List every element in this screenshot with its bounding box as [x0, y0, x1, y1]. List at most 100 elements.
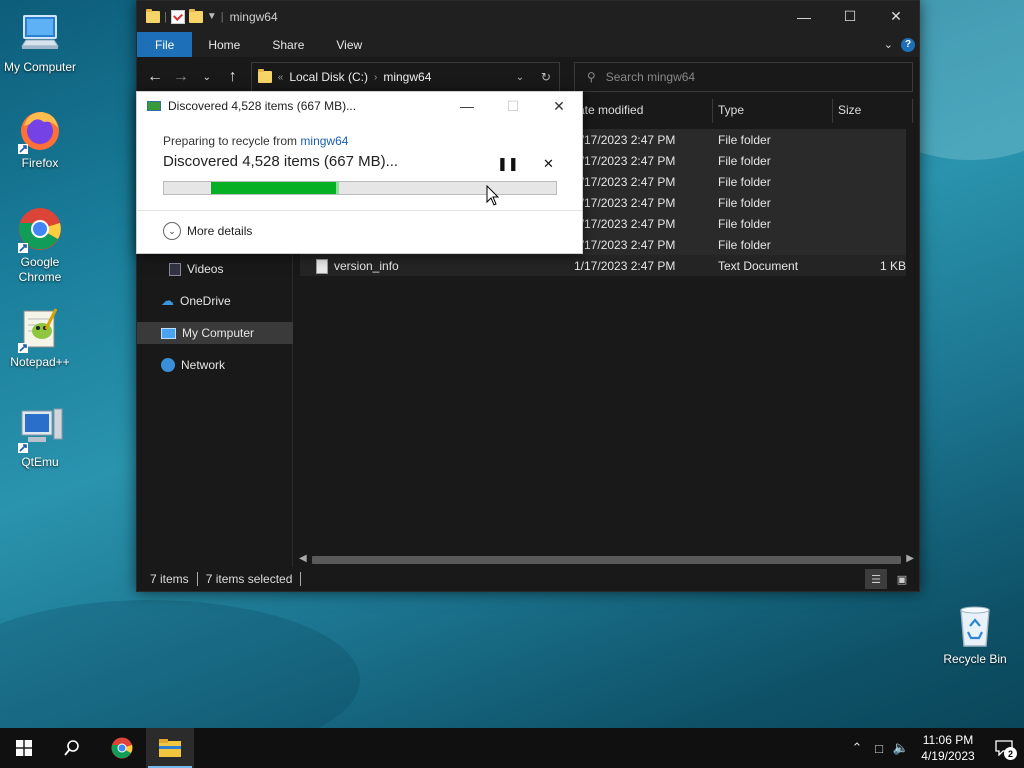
clock-date: 4/19/2023 [921, 749, 975, 763]
cell-date: 1/17/2023 2:47 PM [574, 217, 676, 231]
details-view-icon[interactable]: ☰ [865, 569, 887, 589]
forward-arrow-icon[interactable]: → [169, 65, 193, 89]
nav-item-onedrive[interactable]: ☁ OneDrive [137, 290, 293, 312]
window-title: mingw64 [229, 9, 278, 24]
taskbar: ⌃ □ 🔈 11:06 PM 4/19/2023 2 [0, 728, 1024, 768]
nav-item-videos[interactable]: Videos [137, 258, 293, 280]
address-bar[interactable]: « Local Disk (C:) › mingw64 ⌄ ↻ [250, 62, 560, 92]
refresh-icon[interactable]: ↻ [533, 70, 559, 84]
desktop-icon-qtemu[interactable]: QtEmu [0, 405, 80, 469]
volume-icon[interactable]: 🔈 [890, 740, 912, 756]
up-arrow-icon[interactable]: ↑ [221, 65, 245, 89]
recycle-bin-icon [951, 602, 999, 650]
dialog-status-text: Discovered 4,528 items (667 MB)... [163, 153, 399, 170]
pause-icon[interactable]: ❚❚ [497, 156, 519, 172]
column-date-modified[interactable]: ate modified [578, 103, 643, 117]
source-folder-link[interactable]: mingw64 [300, 134, 348, 148]
network-icon [161, 358, 175, 372]
folder-icon [257, 69, 272, 83]
properties-icon[interactable] [170, 9, 185, 24]
dialog-subtitle: Preparing to recycle from mingw64 [163, 134, 348, 148]
tab-share[interactable]: Share [256, 32, 320, 57]
start-button[interactable] [0, 728, 48, 768]
column-type[interactable]: Type [718, 103, 744, 117]
breadcrumb-mingw64[interactable]: mingw64 [383, 70, 431, 84]
help-icon[interactable]: ? [901, 37, 915, 52]
search-icon [64, 740, 79, 756]
nav-item-my-computer[interactable]: My Computer [137, 322, 293, 344]
column-divider[interactable] [712, 99, 713, 123]
taskbar-file-explorer[interactable] [146, 728, 194, 768]
cell-date: 1/17/2023 2:47 PM [574, 175, 676, 189]
separator [300, 572, 302, 586]
column-divider[interactable] [912, 99, 913, 123]
desktop-icon-notepadpp[interactable]: Notepad++ [0, 305, 80, 369]
horizontal-scrollbar[interactable]: ◀ ▶ [294, 552, 919, 568]
cell-type: File folder [718, 238, 771, 252]
new-folder-icon[interactable] [188, 8, 203, 23]
nav-item-label: My Computer [182, 326, 255, 340]
chevron-down-icon: ⌄ [163, 222, 181, 240]
chrome-icon [111, 737, 133, 759]
dialog-minimize-button[interactable]: — [444, 98, 490, 115]
table-row[interactable]: version_info 1/17/2023 2:47 PM Text Docu… [300, 255, 906, 276]
onedrive-icon: ☁ [161, 293, 174, 308]
cell-type: Text Document [718, 259, 799, 273]
window-titlebar[interactable]: | ▼ | mingw64 — ☐ ✕ [137, 1, 919, 32]
scroll-right-icon[interactable]: ▶ [906, 553, 914, 564]
tab-view[interactable]: View [320, 32, 378, 57]
desktop-icon-chrome[interactable]: Google Chrome [0, 205, 80, 285]
search-placeholder: Search mingw64 [605, 70, 696, 84]
qtemu-icon [16, 405, 64, 453]
status-bar: 7 items 7 items selected ☰ ▣ [137, 567, 919, 591]
progress-fill [211, 182, 336, 194]
clock[interactable]: 11:06 PM 4/19/2023 [912, 732, 984, 764]
file-explorer-window[interactable]: | ▼ | mingw64 — ☐ ✕ File Home Share View… [136, 0, 920, 592]
dialog-titlebar[interactable]: Discovered 4,528 items (667 MB)... — ☐ ✕ [137, 92, 582, 120]
computer-icon [161, 327, 176, 339]
taskbar-chrome[interactable] [98, 728, 146, 768]
dialog-maximize-button: ☐ [506, 97, 520, 114]
minimize-button[interactable]: — [781, 1, 827, 32]
column-size[interactable]: Size [838, 103, 861, 117]
desktop-icon-my-computer[interactable]: My Computer [0, 10, 80, 74]
cell-type: File folder [718, 133, 771, 147]
desktop-icon-firefox[interactable]: Firefox [0, 106, 80, 170]
close-button[interactable]: ✕ [873, 1, 919, 32]
column-divider[interactable] [832, 99, 833, 123]
back-arrow-icon[interactable]: ← [143, 65, 167, 89]
expand-ribbon-icon[interactable]: ⌄ [884, 38, 893, 51]
separator [196, 572, 198, 586]
tab-file[interactable]: File [137, 32, 193, 57]
scrollbar-thumb[interactable] [312, 556, 901, 564]
dialog-close-button[interactable]: ✕ [536, 98, 582, 115]
desktop-icon-label: Google Chrome [18, 255, 62, 284]
large-icons-view-icon[interactable]: ▣ [891, 569, 913, 589]
search-input[interactable]: ⚲ Search mingw64 [573, 62, 914, 92]
firefox-icon [16, 106, 64, 154]
customize-qat-icon[interactable]: ▼ [207, 11, 217, 22]
cancel-icon[interactable]: ✕ [543, 156, 554, 172]
scroll-left-icon[interactable]: ◀ [299, 553, 307, 564]
network-icon[interactable]: □ [868, 741, 890, 756]
overflow-chevron-icon[interactable]: « [278, 72, 284, 83]
recent-locations-icon[interactable]: ⌄ [195, 65, 219, 89]
action-center-button[interactable]: 2 [984, 728, 1024, 768]
nav-item-network[interactable]: Network [137, 354, 293, 376]
address-dropdown-icon[interactable]: ⌄ [507, 72, 533, 83]
search-button[interactable] [48, 728, 96, 768]
folder-icon [146, 8, 160, 23]
windows-icon [16, 740, 32, 756]
show-hidden-icons-icon[interactable]: ⌃ [846, 740, 868, 756]
selected-count: 7 items selected [205, 572, 293, 586]
more-details-button[interactable]: ⌄ More details [163, 222, 252, 240]
breadcrumb-local-disk[interactable]: Local Disk (C:) [289, 70, 368, 84]
tab-home[interactable]: Home [192, 32, 256, 57]
maximize-button[interactable]: ☐ [827, 1, 873, 32]
desktop-icon-label: My Computer [3, 60, 77, 74]
notepadpp-icon [16, 305, 64, 353]
breadcrumb-separator-icon[interactable]: › [374, 72, 377, 83]
recycle-progress-dialog[interactable]: Discovered 4,528 items (667 MB)... — ☐ ✕… [136, 91, 583, 254]
desktop-icon-recycle-bin[interactable]: Recycle Bin [935, 602, 1015, 666]
cell-date: 1/17/2023 2:47 PM [574, 154, 676, 168]
